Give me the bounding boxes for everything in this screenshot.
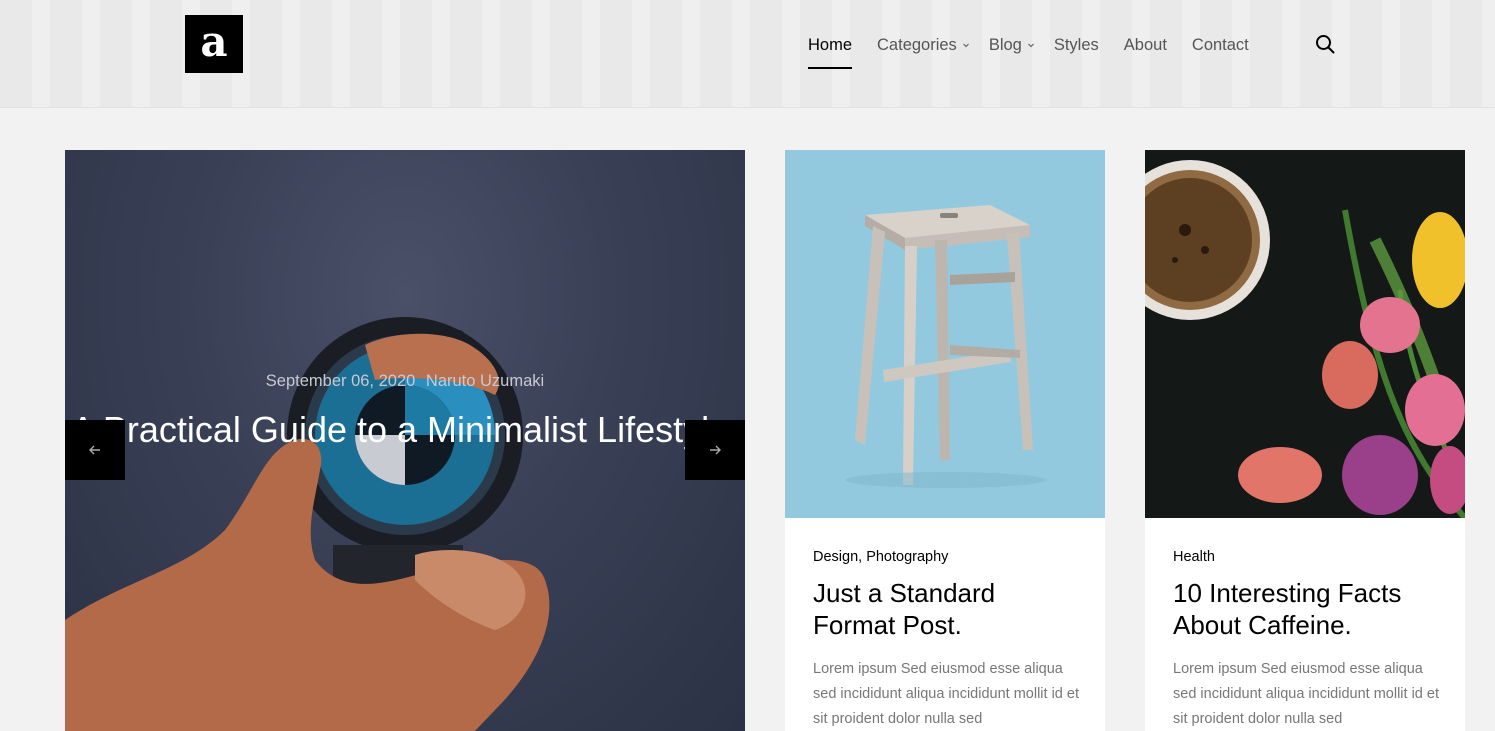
hero-post-title[interactable]: A Practical Guide to a Minimalist Lifest… bbox=[65, 406, 745, 454]
chevron-down-icon bbox=[1027, 43, 1034, 48]
post-thumbnail-coffee[interactable] bbox=[1145, 150, 1465, 518]
nav-item-home[interactable]: Home bbox=[808, 34, 853, 69]
post-meta: September 06, 2020 Naruto Uzumaki bbox=[65, 372, 745, 391]
post-title[interactable]: Just a Standard Format Post. bbox=[813, 577, 1083, 641]
nav-item-label: About bbox=[1123, 35, 1167, 54]
nav-item-label: Home bbox=[808, 35, 853, 54]
nav-item-label: Blog bbox=[988, 35, 1022, 54]
arrow-left-icon bbox=[89, 445, 100, 455]
post-date: September 06, 2020 bbox=[265, 372, 416, 390]
nav-item-blog[interactable]: Blog bbox=[989, 34, 1036, 56]
slider-prev-button[interactable] bbox=[65, 420, 125, 480]
arrow-right-icon bbox=[710, 445, 721, 455]
nav-item-styles[interactable]: Styles bbox=[1054, 34, 1099, 56]
post-title[interactable]: 10 Interesting Facts About Caffeine. bbox=[1173, 577, 1443, 641]
nav-item-label: Styles bbox=[1053, 35, 1099, 54]
search-icon[interactable] bbox=[1314, 33, 1336, 55]
post-category[interactable]: Design, Photography bbox=[813, 549, 948, 565]
chevron-down-icon bbox=[962, 43, 969, 48]
slider-next-button[interactable] bbox=[685, 420, 745, 480]
nav-item-label: Contact bbox=[1191, 35, 1249, 54]
post-thumbnail-stool[interactable] bbox=[785, 150, 1105, 518]
post-card[interactable]: Design, Photography Just a Standard Form… bbox=[785, 150, 1105, 731]
site-logo[interactable]: a bbox=[185, 15, 243, 73]
main-nav: Home Categories Blog Styles About Contac… bbox=[808, 34, 1274, 69]
nav-item-label: Categories bbox=[877, 35, 957, 54]
post-author[interactable]: Naruto Uzumaki bbox=[426, 372, 544, 390]
nav-item-categories[interactable]: Categories bbox=[877, 34, 971, 56]
site-header: a Home Categories Blog Styles About Cont… bbox=[0, 0, 1495, 108]
post-excerpt: Lorem ipsum Sed eiusmod esse aliqua sed … bbox=[813, 661, 1079, 727]
nav-item-about[interactable]: About bbox=[1124, 34, 1167, 56]
post-category[interactable]: Health bbox=[1173, 549, 1215, 565]
post-card[interactable]: Health 10 Interesting Facts About Caffei… bbox=[1145, 150, 1465, 731]
post-excerpt: Lorem ipsum Sed eiusmod esse aliqua sed … bbox=[1173, 661, 1439, 727]
featured-slider[interactable]: September 06, 2020 Naruto Uzumaki A Prac… bbox=[65, 150, 745, 731]
nav-item-contact[interactable]: Contact bbox=[1192, 34, 1249, 56]
